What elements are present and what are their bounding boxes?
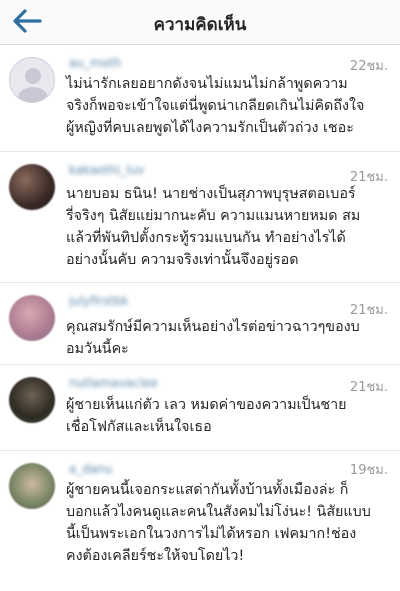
comment-time: 19ชม. — [349, 463, 388, 478]
comment-item: kakaothi_luv 21ชม. นายบอม ธนิน! นายช่างเ… — [0, 152, 400, 283]
comment-list: au_moth 22ชม. ไม่น่ารักเลยอยากดังจนไม่แม… — [0, 45, 400, 591]
comment-username[interactable]: julyfirstbk — [69, 294, 128, 308]
avatar[interactable] — [9, 57, 55, 103]
comment-item: a_danu 19ชม. ผู้ชายคนนี้เจอกระแสด่ากันทั… — [0, 451, 400, 591]
comment-text: ผู้ชายเห็นแก่ตัว เลว หมดค่าของความเป็นชา… — [66, 397, 347, 435]
comment-username[interactable]: au_moth — [69, 56, 121, 70]
avatar[interactable] — [9, 295, 55, 341]
comment-username[interactable]: a_danu — [69, 462, 113, 476]
comment-item: au_moth 22ชม. ไม่น่ารักเลยอยากดังจนไม่แม… — [0, 45, 400, 152]
comment-text: นายบอม ธนิน! นายช่างเป็นสุภาพบุรุษสตอเบอ… — [66, 186, 361, 268]
comment-item: julyfirstbk 21ชม. คุณสมรักษ์มีความเห็นอย… — [0, 283, 400, 365]
comment-username[interactable]: nutlamavaclee — [69, 376, 158, 390]
comment-text: ไม่น่ารักเลยอยากดังจนไม่แมนไม่กล้าพูดควา… — [66, 76, 365, 136]
comment-text: ผู้ชายคนนี้เจอกระแสด่ากันทั้งบ้านทั้งเมื… — [66, 482, 371, 564]
comment-username[interactable]: kakaothi_luv — [69, 163, 144, 177]
comment-item: nutlamavaclee 21ชม. ผู้ชายเห็นแก่ตัว เลว… — [0, 365, 400, 451]
default-avatar-icon — [18, 68, 48, 102]
avatar[interactable] — [9, 164, 55, 210]
avatar[interactable] — [9, 377, 55, 423]
page-title: ความคิดเห็น — [153, 15, 247, 35]
top-bar: ความคิดเห็น — [0, 0, 400, 45]
avatar[interactable] — [9, 463, 55, 509]
comment-text: คุณสมรักษ์มีความเห็นอย่างไรต่อข่าวฉาวๆขอ… — [66, 319, 360, 357]
